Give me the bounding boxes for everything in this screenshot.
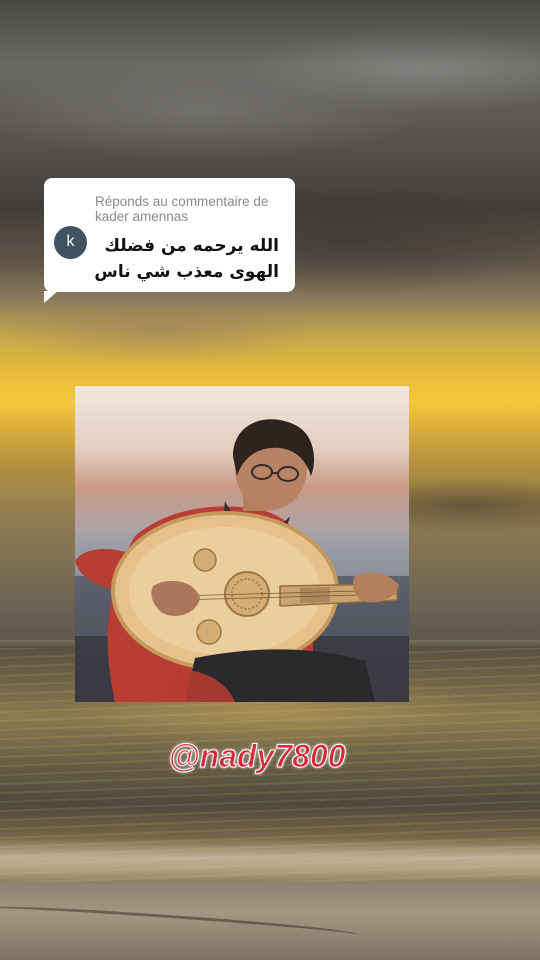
- commenter-avatar-icon: k: [54, 226, 87, 259]
- oud-player-photo: [75, 386, 409, 702]
- oud-player-illustration: [75, 386, 409, 702]
- comment-text-line2: الهوى معذب شي ناس: [94, 262, 279, 282]
- reply-comment-sticker[interactable]: Réponds au commentaire de kader amennas …: [44, 178, 295, 303]
- comment-reply-header-line1: Réponds au commentaire de: [95, 194, 269, 209]
- comment-text: الله يرحمه من فضلك الهوى معذب شي ناس: [89, 233, 279, 285]
- creator-watermark: @nady7800: [168, 738, 346, 775]
- speech-bubble-tail-icon: [44, 291, 58, 303]
- comment-text-line1: الله يرحمه من فضلك: [104, 236, 279, 256]
- wave-foam: [0, 838, 540, 882]
- video-frame[interactable]: Réponds au commentaire de kader amennas …: [0, 0, 540, 960]
- comment-author-name: kader amennas: [95, 209, 189, 224]
- comment-reply-header: Réponds au commentaire de kader amennas: [95, 194, 281, 224]
